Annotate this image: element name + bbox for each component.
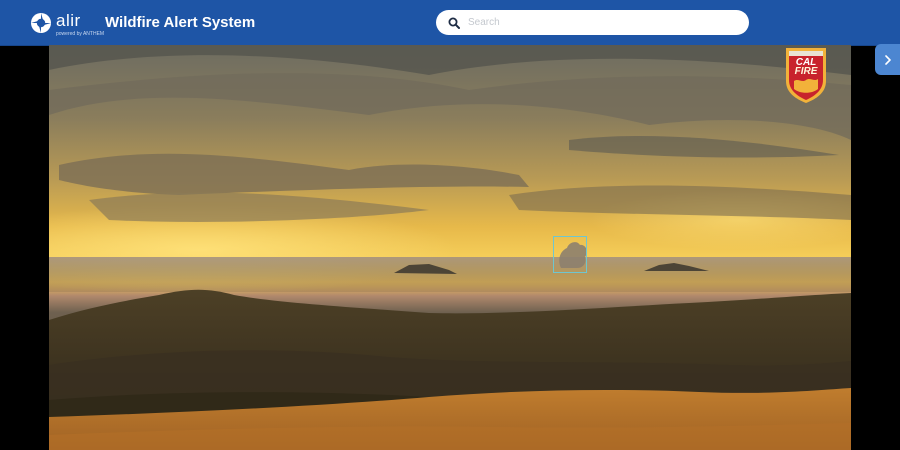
camera-view[interactable] <box>49 45 851 450</box>
smoke-detection-box[interactable] <box>553 236 587 273</box>
chevron-right-icon <box>884 54 891 65</box>
camera-image <box>49 45 851 450</box>
top-bar: alir powered by ANTHEM Wildfire Alert Sy… <box>0 0 900 46</box>
brand-logo[interactable]: alir powered by ANTHEM <box>30 8 104 38</box>
brand-tagline: powered by ANTHEM <box>56 31 105 37</box>
app-title: Wildfire Alert System <box>105 14 256 31</box>
brand-icon <box>31 13 51 33</box>
cal-fire-badge: CAL FIRE <box>782 45 830 105</box>
brand-text: alir powered by ANTHEM <box>56 8 104 38</box>
search-input[interactable] <box>468 12 738 33</box>
badge-text-fire: FIRE <box>794 66 818 77</box>
search-bar[interactable] <box>436 10 749 35</box>
brand-name: alir <box>56 11 81 30</box>
app-window: alir powered by ANTHEM Wildfire Alert Sy… <box>0 0 900 450</box>
panel-toggle-button[interactable] <box>875 44 900 75</box>
search-icon <box>448 17 460 29</box>
